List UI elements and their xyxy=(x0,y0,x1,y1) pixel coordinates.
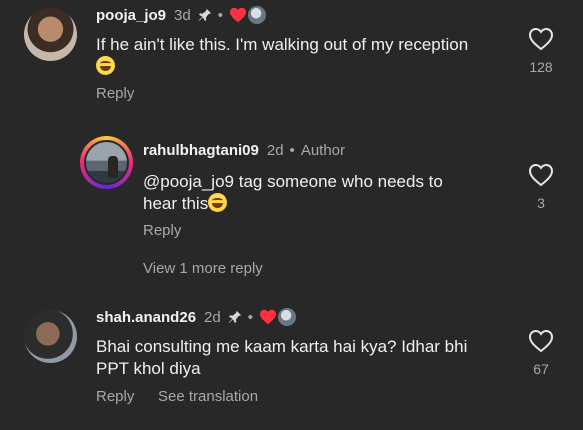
comment-meta: shah.anand26 2d • xyxy=(96,308,296,326)
separator-dot: • xyxy=(247,308,253,326)
pin-icon xyxy=(228,310,241,324)
timestamp: 2d xyxy=(204,308,221,326)
comment-3: shah.anand26 2d • Bhai consulting me kaa… xyxy=(0,0,583,430)
comment-text-line2: PPT khol diya xyxy=(96,359,201,378)
comment-text: Bhai consulting me kaam karta hai kya? I… xyxy=(96,336,506,380)
username[interactable]: shah.anand26 xyxy=(96,309,196,326)
see-translation-button[interactable]: See translation xyxy=(158,388,258,405)
avatar[interactable] xyxy=(24,310,77,363)
reply-button[interactable]: Reply xyxy=(96,388,134,405)
creator-avatar-icon xyxy=(278,308,296,326)
heart-icon[interactable] xyxy=(528,329,554,353)
heart-icon xyxy=(260,309,276,325)
like-count: 67 xyxy=(533,361,549,377)
comment-text-line1: Bhai consulting me kaam karta hai kya? I… xyxy=(96,337,468,356)
